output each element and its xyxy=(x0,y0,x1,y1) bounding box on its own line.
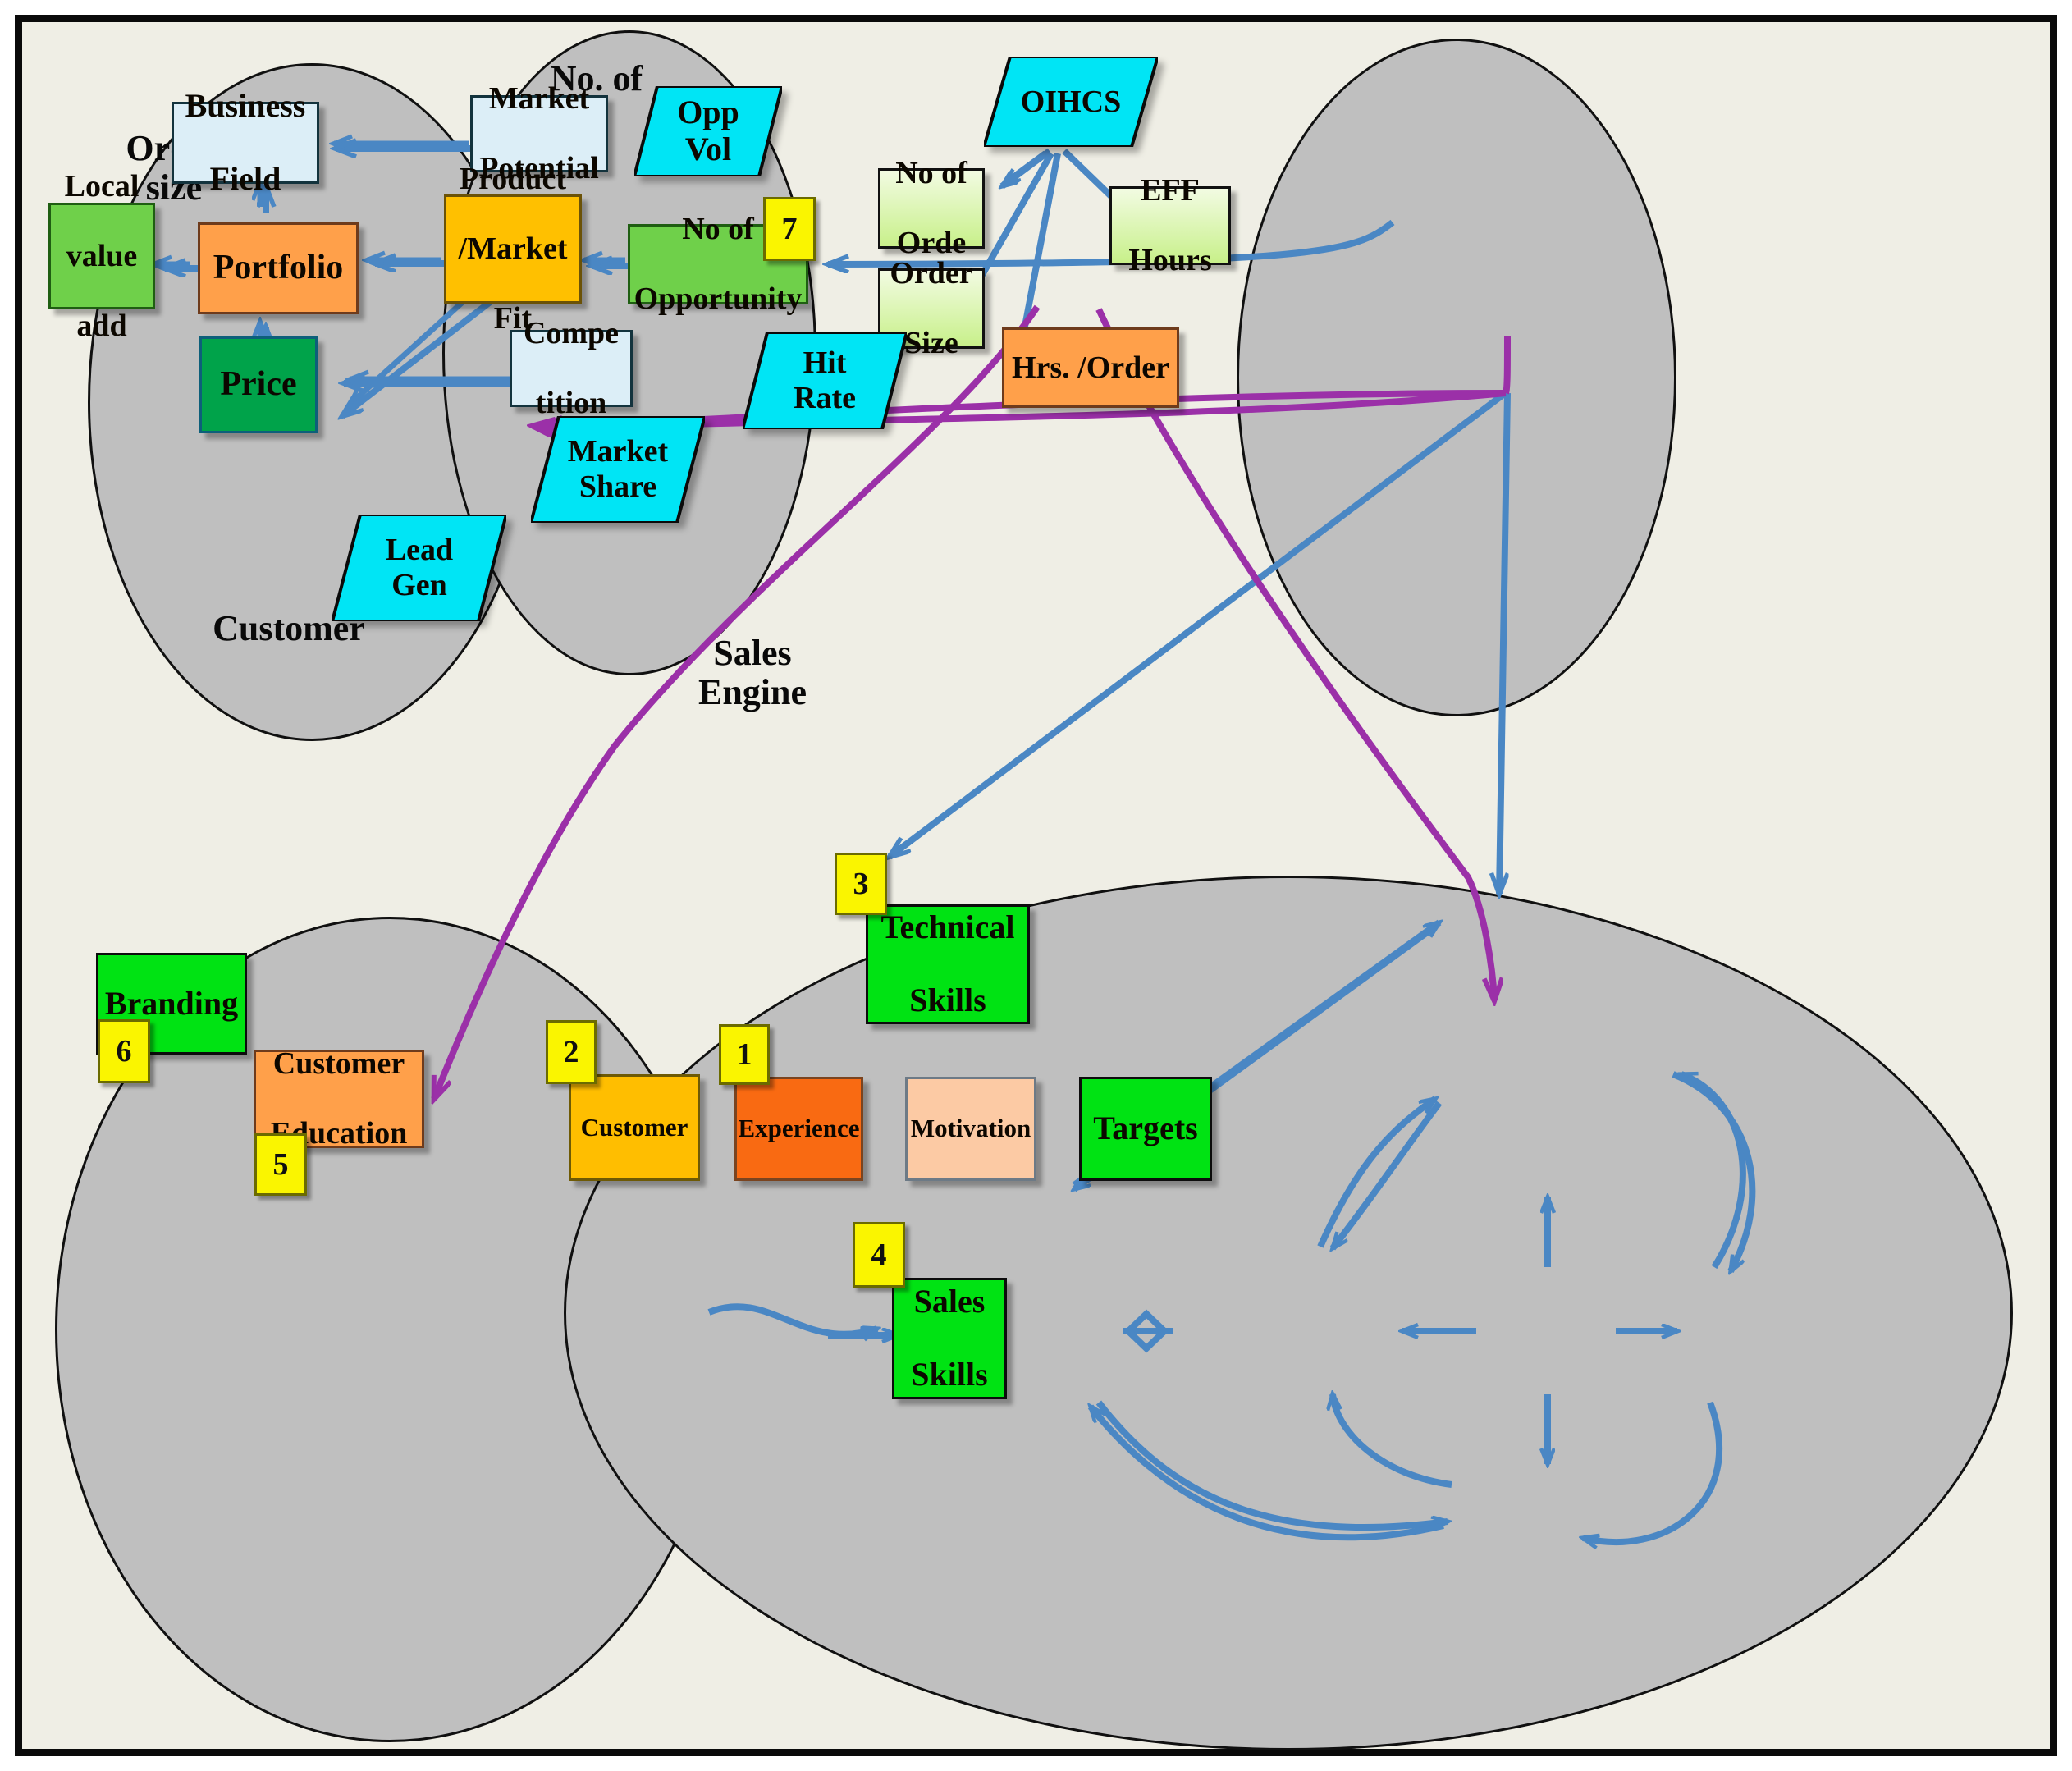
shape-market-share[interactable]: Market Share xyxy=(531,416,705,523)
node-competition[interactable]: Compe tition xyxy=(510,316,633,420)
badge-6: 6 xyxy=(98,1019,150,1083)
badge-5: 5 xyxy=(254,1133,307,1196)
shape-hit-rate[interactable]: Hit Rate xyxy=(743,332,907,429)
node-technical-skills[interactable]: Technical Skills xyxy=(866,904,1030,1024)
node-price[interactable]: Price xyxy=(199,336,318,433)
node-motivation[interactable]: Motivation xyxy=(905,1077,1036,1181)
badge-7: 7 xyxy=(763,197,816,261)
diagram-root: Order size No. of Customer Sales Engine … xyxy=(0,0,2072,1771)
node-product-market-fit[interactable]: Product/Market Fit xyxy=(444,162,582,336)
diagram-frame: Order size No. of Customer Sales Engine … xyxy=(15,15,2057,1756)
shape-oihcs[interactable]: OIHCS xyxy=(984,57,1158,147)
badge-4: 4 xyxy=(853,1222,905,1288)
badge-3: 3 xyxy=(835,853,887,915)
node-market-potential[interactable]: Market Potential xyxy=(470,81,608,185)
node-hrs-order[interactable]: Hrs. /Order xyxy=(1002,327,1179,408)
node-portfolio[interactable]: Portfolio xyxy=(198,222,359,314)
node-no-of-orde[interactable]: No of Orde xyxy=(878,156,985,260)
node-business-field[interactable]: Business Field xyxy=(172,87,319,197)
node-sales-skills[interactable]: Sales Skills xyxy=(892,1278,1007,1399)
node-experience[interactable]: Experience xyxy=(734,1077,863,1181)
shape-lead-gen[interactable]: Lead Gen xyxy=(332,515,506,621)
badge-1: 1 xyxy=(719,1024,770,1085)
node-eff-hours[interactable]: EFF Hours xyxy=(1109,173,1231,277)
node-customer-box[interactable]: Customer xyxy=(569,1074,700,1181)
badge-2: 2 xyxy=(546,1020,597,1084)
node-targets[interactable]: Targets xyxy=(1079,1077,1212,1181)
shape-opp-vol[interactable]: Opp Vol xyxy=(634,86,782,176)
node-local-value-add[interactable]: Local value add xyxy=(48,169,155,343)
